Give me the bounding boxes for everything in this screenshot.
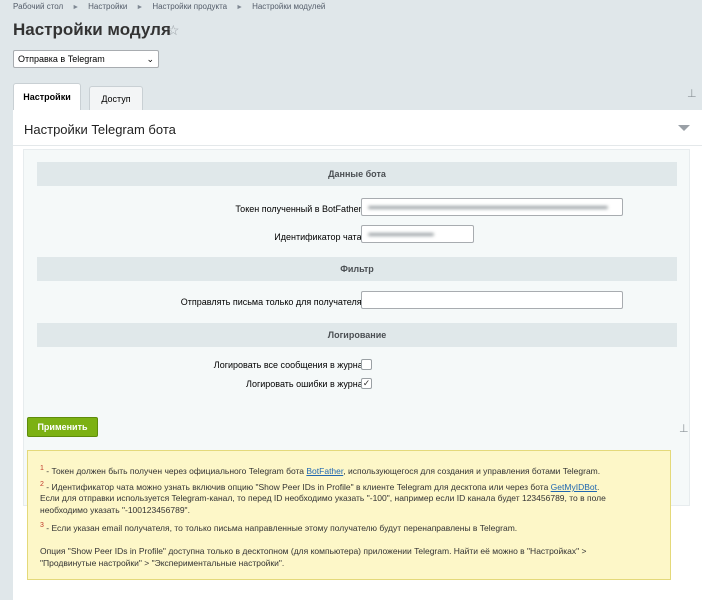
apply-button[interactable]: Применить [27, 417, 98, 437]
log-errors-checkbox[interactable]: ✓ [361, 378, 372, 389]
breadcrumb-separator-icon: ► [136, 4, 144, 11]
note-line-2b: Если для отправки используется Telegram-… [40, 493, 606, 503]
redacted-token [368, 206, 608, 209]
breadcrumb: Рабочий стол ► Настройки ► Настройки продукт… [13, 2, 325, 11]
token-label: Токен полученный в BotFather 1 [235, 203, 368, 214]
note-line-extra: Опция "Show Peer IDs in Profile" доступн… [40, 546, 587, 556]
note-line-extra-b: "Продвинутые настройки" > "Экспериментал… [40, 558, 285, 568]
breadcrumb-item-module-settings[interactable]: Настройки модулей [252, 2, 325, 11]
redacted-chat-id [368, 233, 434, 236]
section-filter: Фильтр [37, 257, 677, 281]
help-note: 1 - Токен должен быть получен через офиц… [27, 450, 671, 580]
recipient-input[interactable] [361, 291, 623, 309]
chevron-down-icon: ⌄ [146, 54, 154, 64]
tab-settings[interactable]: Настройки [13, 83, 81, 111]
breadcrumb-separator-icon: ► [72, 4, 80, 11]
panel-title: Настройки Telegram бота [24, 122, 176, 137]
note-line-1: 1 - Токен должен быть получен через офиц… [40, 465, 601, 476]
section-logging: Логирование [37, 323, 677, 347]
botfather-link[interactable]: BotFather [306, 466, 343, 476]
note-line-2: 2 - Идентификатор чата можно узнать вклю… [40, 481, 600, 492]
pin-icon[interactable]: ⊥ [679, 422, 689, 435]
log-all-checkbox[interactable] [361, 359, 372, 370]
panel-header: Настройки Telegram бота [13, 110, 702, 146]
note-line-2c: необходимо указать "-100123456789". [40, 505, 190, 515]
breadcrumb-item-product-settings[interactable]: Настройки продукта [152, 2, 227, 11]
chat-id-label: Идентификатор чата 2 [274, 231, 368, 242]
token-input[interactable] [361, 198, 623, 216]
getmyidbot-link[interactable]: GetMyIDBot [551, 482, 597, 492]
star-icon[interactable]: ☆ [167, 22, 180, 38]
page-title: Настройки модуля [13, 20, 171, 39]
log-errors-label: Логировать ошибки в журнал [246, 379, 368, 389]
section-bot-data: Данные бота [37, 162, 677, 186]
breadcrumb-separator-icon: ► [236, 4, 244, 11]
breadcrumb-item-desktop[interactable]: Рабочий стол [13, 2, 63, 11]
note-line-3: 3 - Если указан email получателя, то тол… [40, 522, 518, 533]
breadcrumb-item-settings[interactable]: Настройки [88, 2, 127, 11]
module-select-value: Отправка в Telegram [18, 54, 105, 64]
tab-access[interactable]: Доступ [89, 86, 143, 110]
collapse-icon[interactable] [678, 125, 690, 131]
log-all-label: Логировать все сообщения в журнал [213, 360, 368, 370]
recipient-label: Отправлять письма только для получателя … [180, 296, 368, 307]
check-icon: ✓ [362, 378, 371, 388]
chat-id-input[interactable] [361, 225, 474, 243]
module-select[interactable]: Отправка в Telegram ⌄ [13, 50, 159, 68]
pin-icon[interactable]: ⊥ [687, 87, 697, 100]
